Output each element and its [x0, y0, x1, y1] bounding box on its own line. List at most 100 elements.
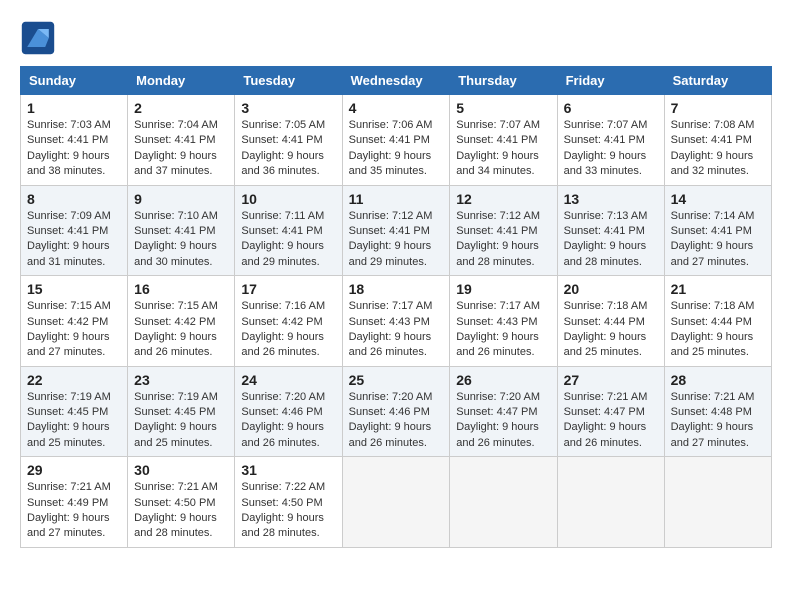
calendar-day-cell: 21 Sunrise: 7:18 AM Sunset: 4:44 PM Dayl… — [664, 276, 771, 367]
sunrise-label: Sunrise: 7:08 AM — [671, 119, 755, 131]
day-number: 24 — [241, 372, 335, 388]
daylight-label: Daylight: 9 hours and 26 minutes. — [564, 421, 647, 448]
calendar-week-row: 22 Sunrise: 7:19 AM Sunset: 4:45 PM Dayl… — [21, 366, 772, 457]
calendar-day-cell: 30 Sunrise: 7:21 AM Sunset: 4:50 PM Dayl… — [128, 457, 235, 548]
calendar-day-cell: 26 Sunrise: 7:20 AM Sunset: 4:47 PM Dayl… — [450, 366, 557, 457]
sunrise-label: Sunrise: 7:20 AM — [456, 391, 540, 403]
daylight-label: Daylight: 9 hours and 26 minutes. — [349, 421, 432, 448]
day-info: Sunrise: 7:17 AM Sunset: 4:43 PM Dayligh… — [349, 299, 444, 361]
daylight-label: Daylight: 9 hours and 28 minutes. — [241, 512, 324, 539]
day-number: 23 — [134, 372, 228, 388]
day-number: 21 — [671, 281, 765, 297]
day-number: 8 — [27, 191, 121, 207]
day-info: Sunrise: 7:05 AM Sunset: 4:41 PM Dayligh… — [241, 118, 335, 180]
sunset-label: Sunset: 4:41 PM — [241, 134, 322, 146]
day-info: Sunrise: 7:15 AM Sunset: 4:42 PM Dayligh… — [134, 299, 228, 361]
day-info: Sunrise: 7:19 AM Sunset: 4:45 PM Dayligh… — [134, 390, 228, 452]
sunset-label: Sunset: 4:41 PM — [671, 225, 752, 237]
calendar-table: SundayMondayTuesdayWednesdayThursdayFrid… — [20, 66, 772, 548]
daylight-label: Daylight: 9 hours and 31 minutes. — [27, 240, 110, 267]
sunrise-label: Sunrise: 7:21 AM — [27, 481, 111, 493]
sunrise-label: Sunrise: 7:15 AM — [27, 300, 111, 312]
sunset-label: Sunset: 4:42 PM — [241, 316, 322, 328]
day-info: Sunrise: 7:03 AM Sunset: 4:41 PM Dayligh… — [27, 118, 121, 180]
day-info: Sunrise: 7:14 AM Sunset: 4:41 PM Dayligh… — [671, 209, 765, 271]
sunrise-label: Sunrise: 7:11 AM — [241, 210, 324, 222]
sunset-label: Sunset: 4:46 PM — [241, 406, 322, 418]
calendar-day-cell: 14 Sunrise: 7:14 AM Sunset: 4:41 PM Dayl… — [664, 185, 771, 276]
calendar-day-cell: 23 Sunrise: 7:19 AM Sunset: 4:45 PM Dayl… — [128, 366, 235, 457]
sunset-label: Sunset: 4:46 PM — [349, 406, 430, 418]
sunset-label: Sunset: 4:43 PM — [456, 316, 537, 328]
day-number: 29 — [27, 462, 121, 478]
calendar-day-cell — [557, 457, 664, 548]
calendar-day-cell: 17 Sunrise: 7:16 AM Sunset: 4:42 PM Dayl… — [235, 276, 342, 367]
sunrise-label: Sunrise: 7:12 AM — [349, 210, 433, 222]
day-info: Sunrise: 7:21 AM Sunset: 4:50 PM Dayligh… — [134, 480, 228, 542]
daylight-label: Daylight: 9 hours and 26 minutes. — [456, 331, 539, 358]
sunset-label: Sunset: 4:42 PM — [134, 316, 215, 328]
daylight-label: Daylight: 9 hours and 25 minutes. — [564, 331, 647, 358]
logo — [20, 20, 62, 56]
day-info: Sunrise: 7:19 AM Sunset: 4:45 PM Dayligh… — [27, 390, 121, 452]
day-number: 12 — [456, 191, 550, 207]
day-info: Sunrise: 7:21 AM Sunset: 4:49 PM Dayligh… — [27, 480, 121, 542]
sunset-label: Sunset: 4:42 PM — [27, 316, 108, 328]
calendar-week-row: 15 Sunrise: 7:15 AM Sunset: 4:42 PM Dayl… — [21, 276, 772, 367]
day-info: Sunrise: 7:17 AM Sunset: 4:43 PM Dayligh… — [456, 299, 550, 361]
sunset-label: Sunset: 4:50 PM — [134, 497, 215, 509]
sunset-label: Sunset: 4:50 PM — [241, 497, 322, 509]
sunset-label: Sunset: 4:44 PM — [671, 316, 752, 328]
sunset-label: Sunset: 4:41 PM — [349, 134, 430, 146]
calendar-day-cell: 11 Sunrise: 7:12 AM Sunset: 4:41 PM Dayl… — [342, 185, 450, 276]
day-info: Sunrise: 7:20 AM Sunset: 4:47 PM Dayligh… — [456, 390, 550, 452]
calendar-day-cell: 12 Sunrise: 7:12 AM Sunset: 4:41 PM Dayl… — [450, 185, 557, 276]
weekday-header-cell: Tuesday — [235, 67, 342, 95]
day-number: 6 — [564, 100, 658, 116]
day-info: Sunrise: 7:06 AM Sunset: 4:41 PM Dayligh… — [349, 118, 444, 180]
day-info: Sunrise: 7:15 AM Sunset: 4:42 PM Dayligh… — [27, 299, 121, 361]
calendar-day-cell: 25 Sunrise: 7:20 AM Sunset: 4:46 PM Dayl… — [342, 366, 450, 457]
daylight-label: Daylight: 9 hours and 35 minutes. — [349, 150, 432, 177]
daylight-label: Daylight: 9 hours and 27 minutes. — [671, 240, 754, 267]
sunrise-label: Sunrise: 7:12 AM — [456, 210, 540, 222]
day-number: 28 — [671, 372, 765, 388]
day-number: 2 — [134, 100, 228, 116]
sunset-label: Sunset: 4:47 PM — [456, 406, 537, 418]
daylight-label: Daylight: 9 hours and 26 minutes. — [349, 331, 432, 358]
day-number: 1 — [27, 100, 121, 116]
day-number: 10 — [241, 191, 335, 207]
day-number: 25 — [349, 372, 444, 388]
day-number: 14 — [671, 191, 765, 207]
sunrise-label: Sunrise: 7:07 AM — [456, 119, 540, 131]
sunrise-label: Sunrise: 7:16 AM — [241, 300, 325, 312]
sunrise-label: Sunrise: 7:18 AM — [564, 300, 648, 312]
calendar-day-cell — [342, 457, 450, 548]
weekday-header-row: SundayMondayTuesdayWednesdayThursdayFrid… — [21, 67, 772, 95]
sunrise-label: Sunrise: 7:03 AM — [27, 119, 111, 131]
sunrise-label: Sunrise: 7:21 AM — [671, 391, 755, 403]
day-info: Sunrise: 7:12 AM Sunset: 4:41 PM Dayligh… — [349, 209, 444, 271]
calendar-day-cell: 27 Sunrise: 7:21 AM Sunset: 4:47 PM Dayl… — [557, 366, 664, 457]
day-number: 18 — [349, 281, 444, 297]
sunset-label: Sunset: 4:41 PM — [27, 225, 108, 237]
sunrise-label: Sunrise: 7:05 AM — [241, 119, 325, 131]
calendar-day-cell: 9 Sunrise: 7:10 AM Sunset: 4:41 PM Dayli… — [128, 185, 235, 276]
day-number: 19 — [456, 281, 550, 297]
daylight-label: Daylight: 9 hours and 36 minutes. — [241, 150, 324, 177]
calendar-body: 1 Sunrise: 7:03 AM Sunset: 4:41 PM Dayli… — [21, 95, 772, 548]
daylight-label: Daylight: 9 hours and 27 minutes. — [27, 331, 110, 358]
calendar-week-row: 29 Sunrise: 7:21 AM Sunset: 4:49 PM Dayl… — [21, 457, 772, 548]
sunrise-label: Sunrise: 7:19 AM — [134, 391, 218, 403]
calendar-day-cell: 4 Sunrise: 7:06 AM Sunset: 4:41 PM Dayli… — [342, 95, 450, 186]
sunrise-label: Sunrise: 7:15 AM — [134, 300, 218, 312]
day-number: 5 — [456, 100, 550, 116]
sunrise-label: Sunrise: 7:20 AM — [241, 391, 325, 403]
daylight-label: Daylight: 9 hours and 32 minutes. — [671, 150, 754, 177]
daylight-label: Daylight: 9 hours and 28 minutes. — [456, 240, 539, 267]
sunset-label: Sunset: 4:41 PM — [564, 134, 645, 146]
day-number: 16 — [134, 281, 228, 297]
calendar-day-cell: 16 Sunrise: 7:15 AM Sunset: 4:42 PM Dayl… — [128, 276, 235, 367]
day-info: Sunrise: 7:20 AM Sunset: 4:46 PM Dayligh… — [241, 390, 335, 452]
calendar-day-cell: 28 Sunrise: 7:21 AM Sunset: 4:48 PM Dayl… — [664, 366, 771, 457]
